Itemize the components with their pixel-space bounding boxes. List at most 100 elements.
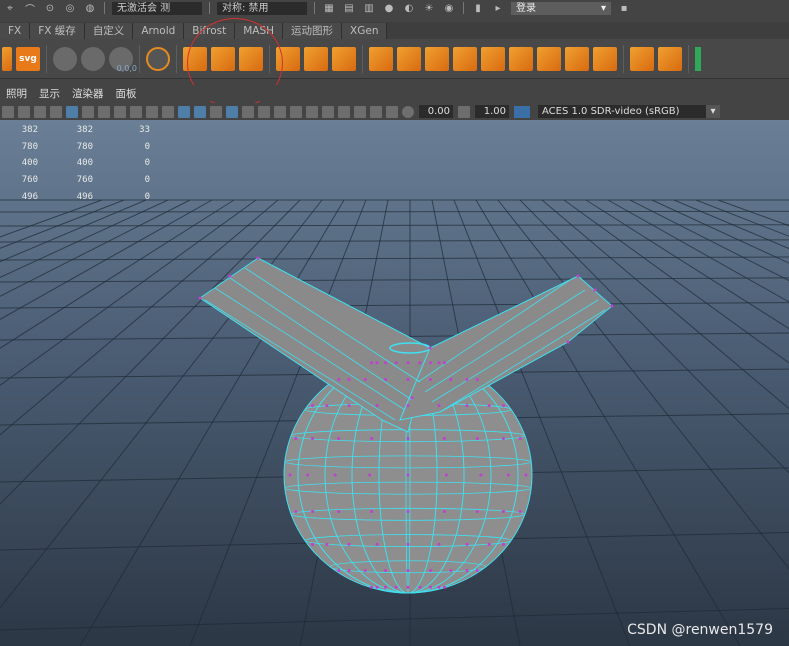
separate-icon[interactable] bbox=[211, 46, 235, 71]
ambient-occlusion-icon[interactable] bbox=[290, 105, 302, 118]
freeze-transform-icon[interactable]: 0,0,0 bbox=[109, 46, 137, 73]
motion-blur-icon[interactable] bbox=[306, 105, 318, 118]
merge-icon[interactable] bbox=[565, 46, 589, 71]
mesh-vertex bbox=[311, 509, 315, 513]
wireframe-on-shaded-icon[interactable] bbox=[226, 105, 238, 118]
toggle-tool-icon[interactable] bbox=[146, 46, 170, 71]
mesh-vertex bbox=[370, 509, 374, 513]
gamma-icon[interactable] bbox=[458, 105, 470, 118]
target-weld-icon[interactable] bbox=[658, 46, 682, 71]
reset-transform-icon[interactable] bbox=[81, 46, 105, 71]
isolate-select-icon[interactable] bbox=[354, 105, 366, 118]
shelf-tabs: FX FX 缓存 自定义 Arnold Bifrost MASH 运动图形 XG… bbox=[0, 22, 789, 39]
measure-tool-icon[interactable] bbox=[53, 46, 77, 71]
use-all-lights-icon[interactable] bbox=[258, 105, 270, 118]
select-camera-icon[interactable] bbox=[2, 105, 14, 118]
gate-mask-icon[interactable] bbox=[114, 105, 126, 118]
xray-joints-icon[interactable] bbox=[370, 105, 382, 118]
menu-lighting[interactable]: 照明 bbox=[0, 86, 33, 101]
tab-motion-graphics[interactable]: 运动图形 bbox=[283, 23, 343, 39]
view-transform-dropdown[interactable]: ACES 1.0 SDR-video (sRGB) ▾ bbox=[538, 105, 720, 118]
login-dropdown[interactable]: 登录 ▾ bbox=[511, 1, 611, 15]
smooth-icon[interactable] bbox=[239, 46, 263, 71]
exposure-input[interactable]: 0.00 bbox=[419, 105, 453, 118]
offset-loop-icon[interactable] bbox=[593, 46, 617, 71]
separator bbox=[46, 44, 47, 73]
tab-custom[interactable]: 自定义 bbox=[84, 23, 134, 39]
menu-renderer[interactable]: 渲染器 bbox=[66, 86, 110, 101]
mesh-vertex bbox=[465, 568, 469, 572]
color-management-icon[interactable] bbox=[514, 105, 530, 118]
menu-show[interactable]: 显示 bbox=[33, 86, 66, 101]
tab-arnold[interactable]: Arnold bbox=[133, 23, 185, 39]
render-settings-icon[interactable]: ▥ bbox=[362, 2, 376, 14]
bridge-icon[interactable] bbox=[397, 46, 421, 71]
sidebar-toggle-icon[interactable]: ▮ bbox=[471, 2, 485, 14]
light-editor-icon[interactable]: ☀ bbox=[422, 2, 436, 14]
mesh-vertex bbox=[501, 542, 505, 546]
snap-curve-icon[interactable]: ⌒ bbox=[23, 2, 37, 16]
tab-fx[interactable]: FX bbox=[0, 23, 31, 39]
symmetry-dropdown[interactable]: 对称: 禁用 bbox=[217, 1, 307, 15]
mesh-vertex bbox=[337, 378, 341, 382]
mesh-vertex bbox=[475, 437, 479, 441]
arnold-render-icon[interactable]: ◉ bbox=[442, 2, 456, 14]
text-tool-icon[interactable] bbox=[2, 46, 12, 71]
shadows-icon[interactable] bbox=[274, 105, 286, 118]
bevel-edge-icon[interactable] bbox=[453, 46, 477, 71]
field-chart-icon[interactable] bbox=[130, 105, 142, 118]
camera-attributes-icon[interactable] bbox=[18, 105, 30, 118]
bookmark-icon[interactable] bbox=[34, 105, 46, 118]
wireframe-icon[interactable] bbox=[178, 105, 190, 118]
default-material-icon[interactable] bbox=[210, 105, 222, 118]
safe-action-icon[interactable] bbox=[146, 105, 158, 118]
separator bbox=[139, 44, 140, 73]
depth-of-field-icon[interactable] bbox=[338, 105, 350, 118]
tab-xgen[interactable]: XGen bbox=[342, 23, 388, 39]
tab-mash[interactable]: MASH bbox=[235, 23, 284, 39]
hud-row: 400 400 0 bbox=[0, 155, 160, 172]
grid-icon[interactable] bbox=[66, 105, 78, 118]
svg-tool-button[interactable]: svg bbox=[16, 46, 40, 71]
combine-icon[interactable] bbox=[183, 46, 207, 71]
grid-line bbox=[585, 199, 789, 330]
ipr-render-icon[interactable]: ▤ bbox=[342, 2, 356, 14]
render-icon[interactable]: ▦ bbox=[322, 2, 336, 14]
exposure-icon[interactable] bbox=[402, 105, 414, 118]
snap-view-icon[interactable]: ◎ bbox=[63, 2, 77, 14]
anti-aliasing-icon[interactable] bbox=[322, 105, 334, 118]
mesh-vertex bbox=[383, 361, 387, 365]
wedge-icon[interactable] bbox=[537, 46, 561, 71]
shelf-end-icon[interactable] bbox=[695, 46, 701, 71]
image-plane-icon[interactable] bbox=[50, 105, 62, 118]
fill-hole-icon[interactable] bbox=[481, 46, 505, 71]
render-setup-icon[interactable]: ◐ bbox=[402, 2, 416, 14]
multi-cut-icon[interactable] bbox=[630, 46, 654, 71]
boolean-icon[interactable] bbox=[304, 46, 328, 71]
tab-bifrost[interactable]: Bifrost bbox=[184, 23, 236, 39]
polygon-mesh[interactable] bbox=[198, 256, 614, 594]
safe-title-icon[interactable] bbox=[162, 105, 174, 118]
snap-surface-icon[interactable]: ◍ bbox=[83, 2, 97, 14]
resolution-gate-icon[interactable] bbox=[98, 105, 110, 118]
xray-components-icon[interactable] bbox=[386, 105, 398, 118]
extrude-icon[interactable] bbox=[369, 46, 393, 71]
snap-point-icon[interactable]: ⊙ bbox=[43, 2, 57, 14]
menu-panels[interactable]: 面板 bbox=[110, 86, 143, 101]
grid-line bbox=[0, 302, 789, 309]
hypershade-icon[interactable]: ● bbox=[382, 2, 396, 14]
xray-icon[interactable] bbox=[242, 105, 254, 118]
mesh-vertex bbox=[383, 378, 387, 382]
notification-icon[interactable]: ▪ bbox=[617, 2, 631, 14]
film-gate-icon[interactable] bbox=[82, 105, 94, 118]
poke-icon[interactable] bbox=[509, 46, 533, 71]
more-icon[interactable]: ▸ bbox=[491, 2, 505, 14]
bevel-icon[interactable] bbox=[425, 46, 449, 71]
tab-fx-cache[interactable]: FX 缓存 bbox=[30, 23, 85, 39]
mirror-icon[interactable] bbox=[276, 46, 300, 71]
gamma-input[interactable]: 1.00 bbox=[475, 105, 509, 118]
smooth-shade-icon[interactable] bbox=[194, 105, 206, 118]
snap-grid-icon[interactable]: ⌖ bbox=[3, 2, 17, 14]
object-input[interactable]: 无激活会 测 bbox=[112, 1, 202, 15]
reduce-icon[interactable] bbox=[332, 46, 356, 71]
